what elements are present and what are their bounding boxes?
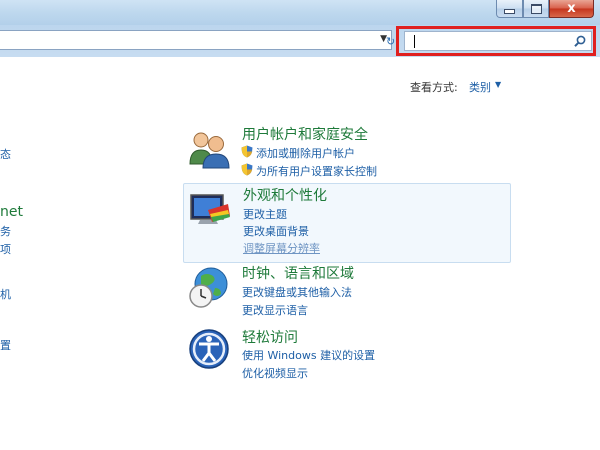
minimize-icon (504, 9, 515, 14)
category-link[interactable]: 更改键盘或其他输入法 (242, 284, 352, 300)
category-link[interactable]: 为所有用户设置家长控制 (256, 163, 377, 179)
view-by-label: 查看方式: (410, 81, 458, 94)
uac-shield-icon (241, 163, 253, 176)
category-clock-language-region: 时钟、语言和区域 更改键盘或其他输入法 更改显示语言 (183, 262, 511, 322)
left-panel-heading[interactable]: net (0, 204, 23, 220)
address-bar[interactable]: ▼ (0, 30, 392, 50)
chevron-down-icon[interactable]: ▼ (495, 80, 501, 89)
close-icon: x (567, 1, 576, 16)
category-link[interactable]: 优化视频显示 (242, 365, 308, 381)
view-by-dropdown[interactable]: 类别 (469, 79, 491, 95)
category-link[interactable]: 使用 Windows 建议的设置 (242, 347, 375, 363)
left-panel-link[interactable]: 务 (0, 223, 11, 239)
category-link[interactable]: 添加或删除用户帐户 (256, 145, 355, 161)
category-user-accounts: 用户帐户和家庭安全 添加或删除用户帐户 为所有用户设置家长控制 (183, 122, 511, 180)
uac-shield-icon (241, 145, 253, 158)
users-icon (189, 132, 230, 169)
ease-of-access-icon (189, 329, 229, 369)
minimize-button[interactable] (496, 0, 523, 18)
left-panel-link[interactable]: 置 (0, 337, 11, 353)
left-panel-link[interactable]: 态 (0, 146, 11, 162)
text-caret (414, 35, 415, 48)
category-title[interactable]: 轻松访问 (242, 327, 298, 347)
category-appearance[interactable]: 外观和个性化 更改主题 更改桌面背景 调整屏幕分辨率 (183, 183, 511, 263)
maximize-icon (530, 3, 542, 14)
category-title[interactable]: 用户帐户和家庭安全 (242, 124, 368, 144)
left-panel-link[interactable]: 项 (0, 241, 11, 257)
search-input[interactable] (404, 31, 592, 51)
left-panel-link[interactable]: 机 (0, 286, 11, 302)
category-ease-of-access: 轻松访问 使用 Windows 建议的设置 优化视频显示 (183, 325, 511, 385)
maximize-button[interactable] (523, 0, 549, 18)
control-panel-content: 查看方式: 类别 ▼ 态 net 务 项 机 置 用户帐户和家庭安全 添加或删除… (0, 57, 600, 450)
category-link[interactable]: 调整屏幕分辨率 (243, 240, 320, 256)
category-link[interactable]: 更改显示语言 (242, 302, 308, 318)
title-bar: x (0, 0, 600, 25)
search-icon[interactable] (573, 34, 587, 48)
close-button[interactable]: x (549, 0, 594, 18)
category-link[interactable]: 更改主题 (243, 206, 287, 222)
monitor-palette-icon (190, 194, 230, 224)
refresh-icon[interactable]: ↻ (386, 35, 395, 48)
category-title[interactable]: 外观和个性化 (243, 185, 327, 205)
globe-clock-icon (189, 267, 228, 308)
category-link[interactable]: 更改桌面背景 (243, 223, 309, 239)
category-title[interactable]: 时钟、语言和区域 (242, 263, 354, 283)
